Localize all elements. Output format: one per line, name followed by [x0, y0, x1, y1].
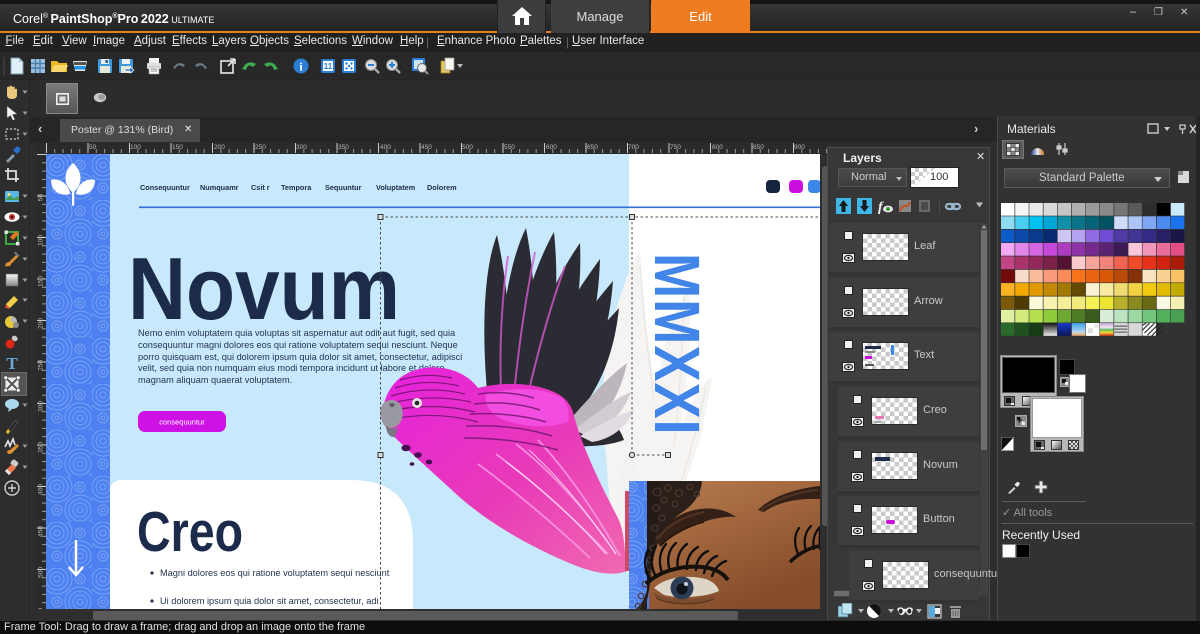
svg-text:100: 100 [130, 144, 141, 151]
svg-text:magnam aliquam quaerat volupta: magnam aliquam quaerat voluptatem. [138, 375, 292, 385]
svg-text:Ui dolorem ipsum quia dolor si: Ui dolorem ipsum quia dolor sit amet, co… [160, 596, 379, 606]
svg-text:Creo: Creo [137, 500, 243, 564]
svg-text:900: 900 [794, 144, 805, 151]
svg-text:650: 650 [587, 144, 598, 151]
svg-text:400: 400 [380, 144, 391, 151]
svg-text:porro quisquam est, qui dolore: porro quisquam est, qui dolorem ipsum qu… [138, 352, 462, 362]
svg-text:200: 200 [38, 318, 45, 329]
svg-text:11: 11 [324, 62, 333, 71]
svg-text:50: 50 [38, 194, 45, 202]
svg-text:consequuntur magni dolores eos: consequuntur magni dolores eos qui ratio… [138, 340, 458, 350]
svg-text:500: 500 [462, 144, 473, 151]
svg-text:Tempora: Tempora [281, 183, 312, 192]
svg-text:250: 250 [255, 144, 266, 151]
svg-text:f: f [878, 200, 884, 215]
svg-text:450: 450 [38, 526, 45, 537]
svg-text:Nemo enim voluptatem quia volu: Nemo enim voluptatem quia voluptas sit a… [138, 328, 456, 338]
svg-text:Sequuntur: Sequuntur [325, 183, 362, 192]
svg-text:600: 600 [546, 144, 557, 151]
svg-text:850: 850 [753, 144, 764, 151]
svg-text:Numquamr: Numquamr [200, 183, 239, 192]
svg-text:800: 800 [712, 144, 723, 151]
svg-text:150: 150 [172, 144, 183, 151]
svg-text:50: 50 [89, 144, 97, 151]
svg-text:350: 350 [38, 442, 45, 453]
svg-text:100: 100 [38, 235, 45, 246]
svg-text:Csit r: Csit r [251, 183, 270, 192]
svg-text:Novum: Novum [128, 239, 400, 338]
svg-text:300: 300 [38, 401, 45, 412]
svg-text:MMXXI: MMXXI [641, 253, 713, 436]
svg-text:T: T [6, 354, 18, 372]
svg-text:consequuntur: consequuntur [159, 418, 205, 427]
svg-text:Consequuntur: Consequuntur [140, 183, 190, 192]
svg-text:350: 350 [338, 144, 349, 151]
svg-text:Dolorem: Dolorem [427, 183, 457, 192]
svg-text:Voluptatem: Voluptatem [376, 183, 416, 192]
svg-text:400: 400 [38, 484, 45, 495]
svg-text:150: 150 [38, 276, 45, 287]
svg-text:200: 200 [214, 144, 225, 151]
svg-text:velit, sed quia non numquam ei: velit, sed quia non numquam eius modi te… [138, 363, 444, 373]
svg-text:Magni dolores eos qui ratione: Magni dolores eos qui ratione voluptatem… [160, 568, 390, 578]
svg-text:450: 450 [421, 144, 432, 151]
svg-text:550: 550 [504, 144, 515, 151]
svg-text:300: 300 [296, 144, 307, 151]
svg-text:250: 250 [38, 360, 45, 371]
svg-text:700: 700 [628, 144, 639, 151]
svg-text:500: 500 [38, 567, 45, 578]
svg-text:750: 750 [670, 144, 681, 151]
